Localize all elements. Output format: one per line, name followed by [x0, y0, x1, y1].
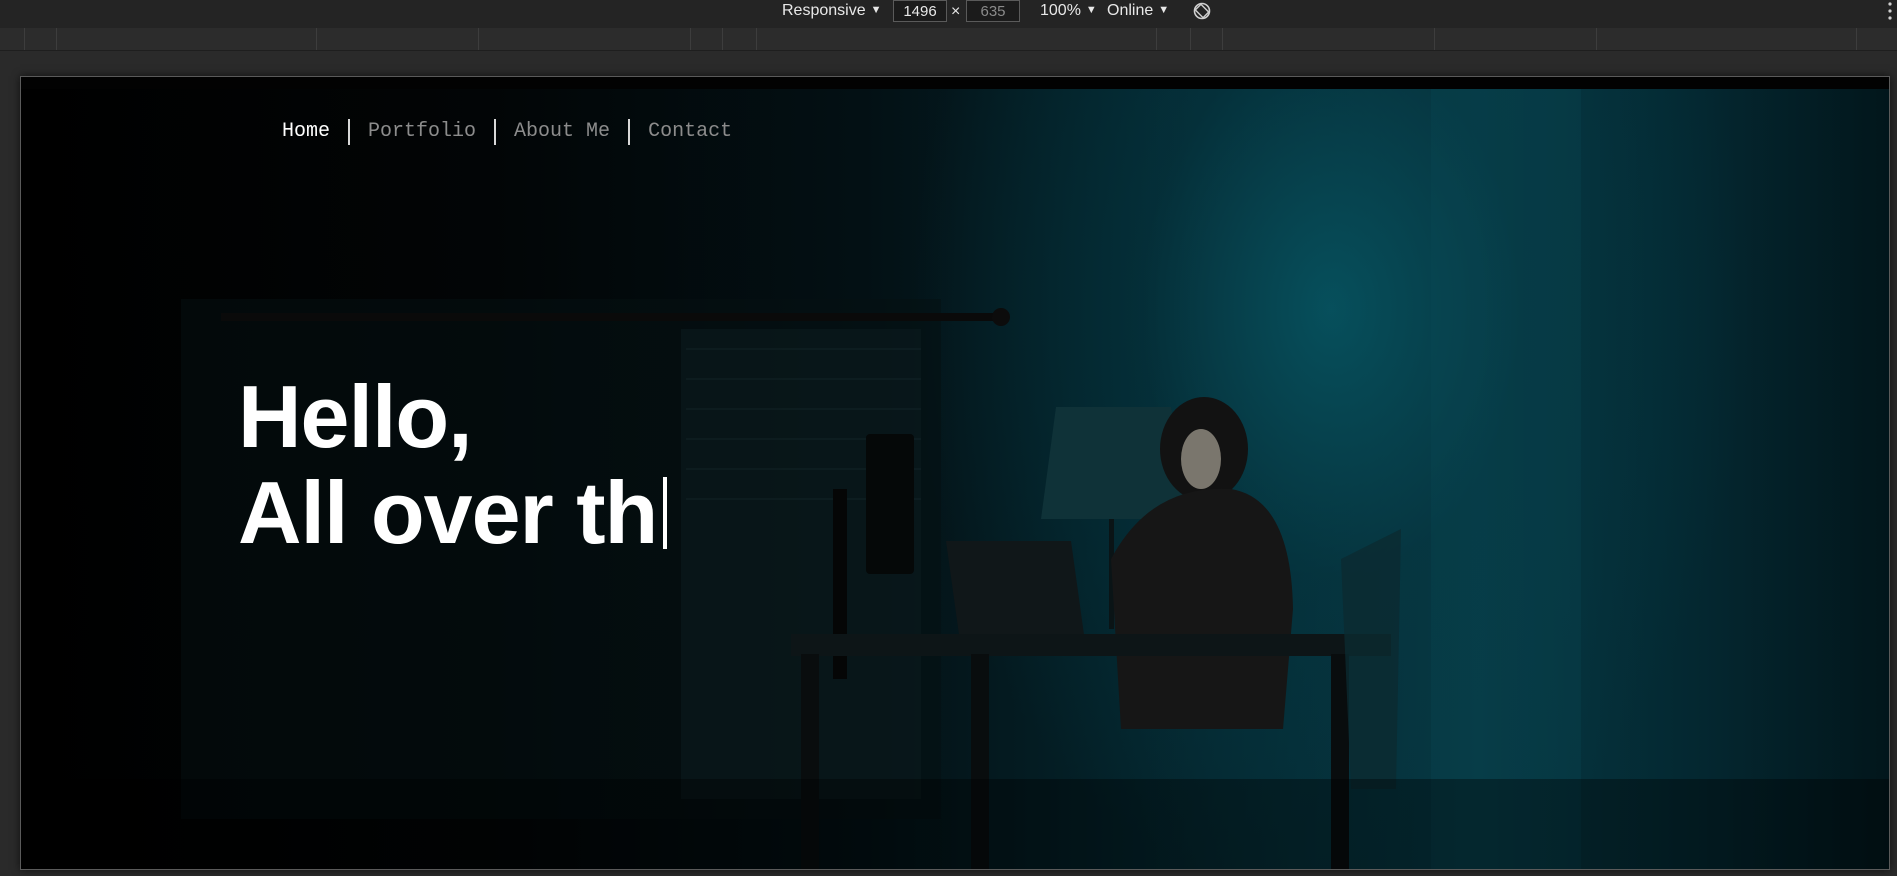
viewport-height-input[interactable] [966, 0, 1020, 22]
main-nav: Home Portfolio About Me Contact [262, 119, 750, 145]
nav-link-about-me[interactable]: About Me [496, 119, 628, 145]
media-query-bar[interactable] [0, 28, 1897, 51]
hero-top-strip [21, 77, 1889, 89]
hero-greeting: Hello, [238, 367, 473, 466]
throttling-label: Online [1107, 2, 1154, 19]
typing-cursor [663, 477, 668, 549]
device-toolbar: Responsive ▼ × 100% ▼ Online ▼ [0, 0, 1897, 29]
nav-link-portfolio[interactable]: Portfolio [350, 119, 494, 145]
zoom-label: 100% [1040, 2, 1081, 19]
nav-link-contact[interactable]: Contact [630, 119, 750, 145]
chevron-down-icon: ▼ [1158, 4, 1170, 16]
device-mode-dropdown[interactable]: Responsive ▼ [782, 0, 882, 28]
nav-link-home[interactable]: Home [262, 119, 348, 145]
zoom-dropdown[interactable]: 100% ▼ [1040, 0, 1097, 28]
device-mode-label: Responsive [782, 2, 866, 19]
throttling-dropdown[interactable]: Online ▼ [1107, 0, 1169, 28]
chevron-down-icon: ▼ [870, 4, 882, 16]
hero-typing-text: All over th [238, 463, 658, 562]
more-options-icon[interactable] [1886, 0, 1894, 22]
dimension-separator: × [951, 3, 961, 20]
chevron-down-icon: ▼ [1085, 4, 1097, 16]
rotate-icon[interactable] [1192, 1, 1212, 21]
emulated-viewport: Home Portfolio About Me Contact Hello, A… [20, 76, 1890, 870]
viewport-width-input[interactable] [893, 0, 947, 22]
hero-headline: Hello, All over th [238, 367, 668, 562]
